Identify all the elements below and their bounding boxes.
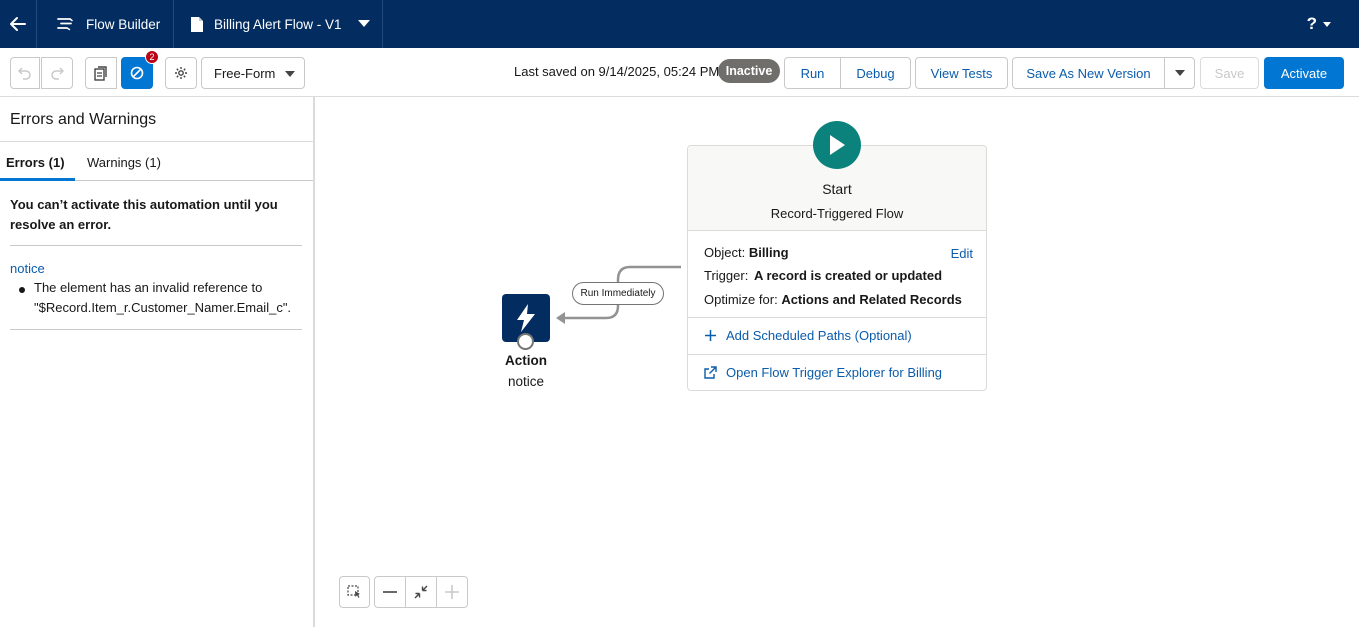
back-arrow-icon bbox=[10, 17, 26, 31]
divider bbox=[10, 245, 302, 246]
add-scheduled-paths-link[interactable]: Add Scheduled Paths (Optional) bbox=[704, 328, 912, 343]
divider bbox=[688, 317, 986, 318]
status-badge: Inactive bbox=[718, 59, 780, 83]
trigger-label: Trigger: bbox=[704, 268, 749, 283]
canvas-mode-select[interactable]: Free-Form bbox=[201, 57, 305, 89]
select-elements-button[interactable] bbox=[339, 576, 370, 608]
start-node[interactable]: Start Record-Triggered Flow Object: Bill… bbox=[687, 145, 987, 391]
play-icon bbox=[830, 135, 845, 155]
chevron-down-icon bbox=[1174, 70, 1185, 76]
fit-to-view-button[interactable] bbox=[405, 576, 437, 608]
view-tests-button[interactable]: View Tests bbox=[915, 57, 1008, 89]
flow-settings-button[interactable] bbox=[165, 57, 197, 89]
optimize-row: Optimize for: Actions and Related Record… bbox=[704, 292, 962, 307]
panel-title: Errors and Warnings bbox=[10, 111, 157, 128]
errors-warnings-panel: Errors and Warnings Errors (1) Warnings … bbox=[0, 97, 315, 627]
add-scheduled-paths-label: Add Scheduled Paths (Optional) bbox=[726, 328, 912, 343]
connector-label[interactable]: Run Immediately bbox=[572, 282, 664, 305]
action-node-type: Action bbox=[505, 353, 547, 368]
tab-errors[interactable]: Errors (1) bbox=[6, 155, 65, 170]
chevron-down-icon bbox=[285, 71, 295, 77]
trigger-explorer-link[interactable]: Open Flow Trigger Explorer for Billing bbox=[704, 365, 942, 380]
debug-button[interactable]: Debug bbox=[840, 57, 911, 89]
undo-button[interactable] bbox=[10, 57, 40, 89]
object-row: Object: Billing bbox=[704, 245, 789, 260]
plus-icon bbox=[445, 585, 459, 599]
app-header: Flow Builder Billing Alert Flow - V1 ? bbox=[0, 0, 1359, 48]
action-node-name: notice bbox=[507, 374, 545, 389]
divider bbox=[688, 354, 986, 355]
chevron-down-icon bbox=[357, 20, 370, 27]
error-count-badge: 2 bbox=[145, 50, 159, 64]
start-node-subtitle: Record-Triggered Flow bbox=[770, 206, 904, 221]
run-button[interactable]: Run bbox=[784, 57, 841, 89]
start-node-title: Start bbox=[822, 181, 852, 197]
flow-name: Billing Alert Flow - V1 bbox=[214, 16, 342, 32]
back-button[interactable] bbox=[0, 0, 36, 48]
flow-name-menu[interactable]: Billing Alert Flow - V1 bbox=[190, 0, 370, 48]
last-saved-text: Last saved on 9/14/2025, 05:24 PM bbox=[514, 64, 720, 79]
app-name: Flow Builder bbox=[86, 16, 161, 32]
redo-button[interactable] bbox=[41, 57, 73, 89]
help-menu[interactable]: ? bbox=[1307, 0, 1331, 48]
trigger-explorer-label: Open Flow Trigger Explorer for Billing bbox=[726, 365, 943, 380]
toggle-toolbox-button[interactable] bbox=[85, 57, 117, 89]
app-name-section: Flow Builder bbox=[56, 0, 160, 48]
error-element-link[interactable]: notice bbox=[10, 261, 45, 276]
action-connector-handle[interactable] bbox=[517, 333, 534, 350]
zoom-out-button[interactable] bbox=[374, 576, 406, 608]
save-button[interactable]: Save bbox=[1200, 57, 1259, 89]
divider bbox=[0, 141, 313, 142]
trigger-row: Trigger: A record is created or updated bbox=[704, 268, 942, 283]
canvas-mode-value: Free-Form bbox=[214, 65, 276, 81]
save-as-new-version-button[interactable]: Save As New Version bbox=[1012, 57, 1165, 89]
active-tab-indicator bbox=[0, 178, 75, 181]
document-icon bbox=[191, 16, 203, 32]
add-icon bbox=[705, 330, 716, 341]
header-divider bbox=[173, 0, 174, 48]
marquee-select-icon bbox=[347, 585, 360, 598]
divider bbox=[10, 329, 302, 330]
object-label: Object: bbox=[704, 245, 746, 260]
object-value: Billing bbox=[748, 245, 789, 260]
flow-builder-icon bbox=[57, 18, 73, 31]
zoom-in-button[interactable] bbox=[436, 576, 468, 608]
redo-icon bbox=[51, 67, 64, 80]
header-divider bbox=[382, 0, 383, 48]
toolbar: 2 Free-Form Last saved on 9/14/2025, 05:… bbox=[0, 48, 1359, 97]
save-options-menu-button[interactable] bbox=[1164, 57, 1195, 89]
lightning-bolt-icon bbox=[517, 304, 535, 332]
error-heading: You can’t activate this automation until… bbox=[10, 197, 278, 232]
bullet bbox=[19, 287, 25, 293]
header-divider bbox=[36, 0, 37, 48]
start-icon-circle bbox=[813, 121, 861, 169]
gear-icon bbox=[175, 67, 187, 79]
edit-link[interactable]: Edit bbox=[951, 246, 973, 261]
minus-icon bbox=[383, 591, 397, 593]
chevron-down-icon bbox=[1323, 21, 1331, 27]
activate-button[interactable]: Activate bbox=[1264, 57, 1344, 89]
help-icon: ? bbox=[1306, 14, 1317, 33]
undo-icon bbox=[18, 67, 31, 80]
copy-icon bbox=[94, 65, 107, 81]
error-message: The element has an invalid reference to … bbox=[34, 280, 292, 315]
optimize-value: Actions and Related Records bbox=[781, 292, 962, 307]
trigger-value: A record is created or updated bbox=[753, 268, 943, 283]
contract-icon bbox=[414, 585, 428, 599]
optimize-label: Optimize for: bbox=[704, 292, 778, 307]
ban-icon bbox=[130, 66, 144, 80]
tab-warnings[interactable]: Warnings (1) bbox=[87, 155, 161, 170]
new-window-icon bbox=[704, 366, 717, 379]
